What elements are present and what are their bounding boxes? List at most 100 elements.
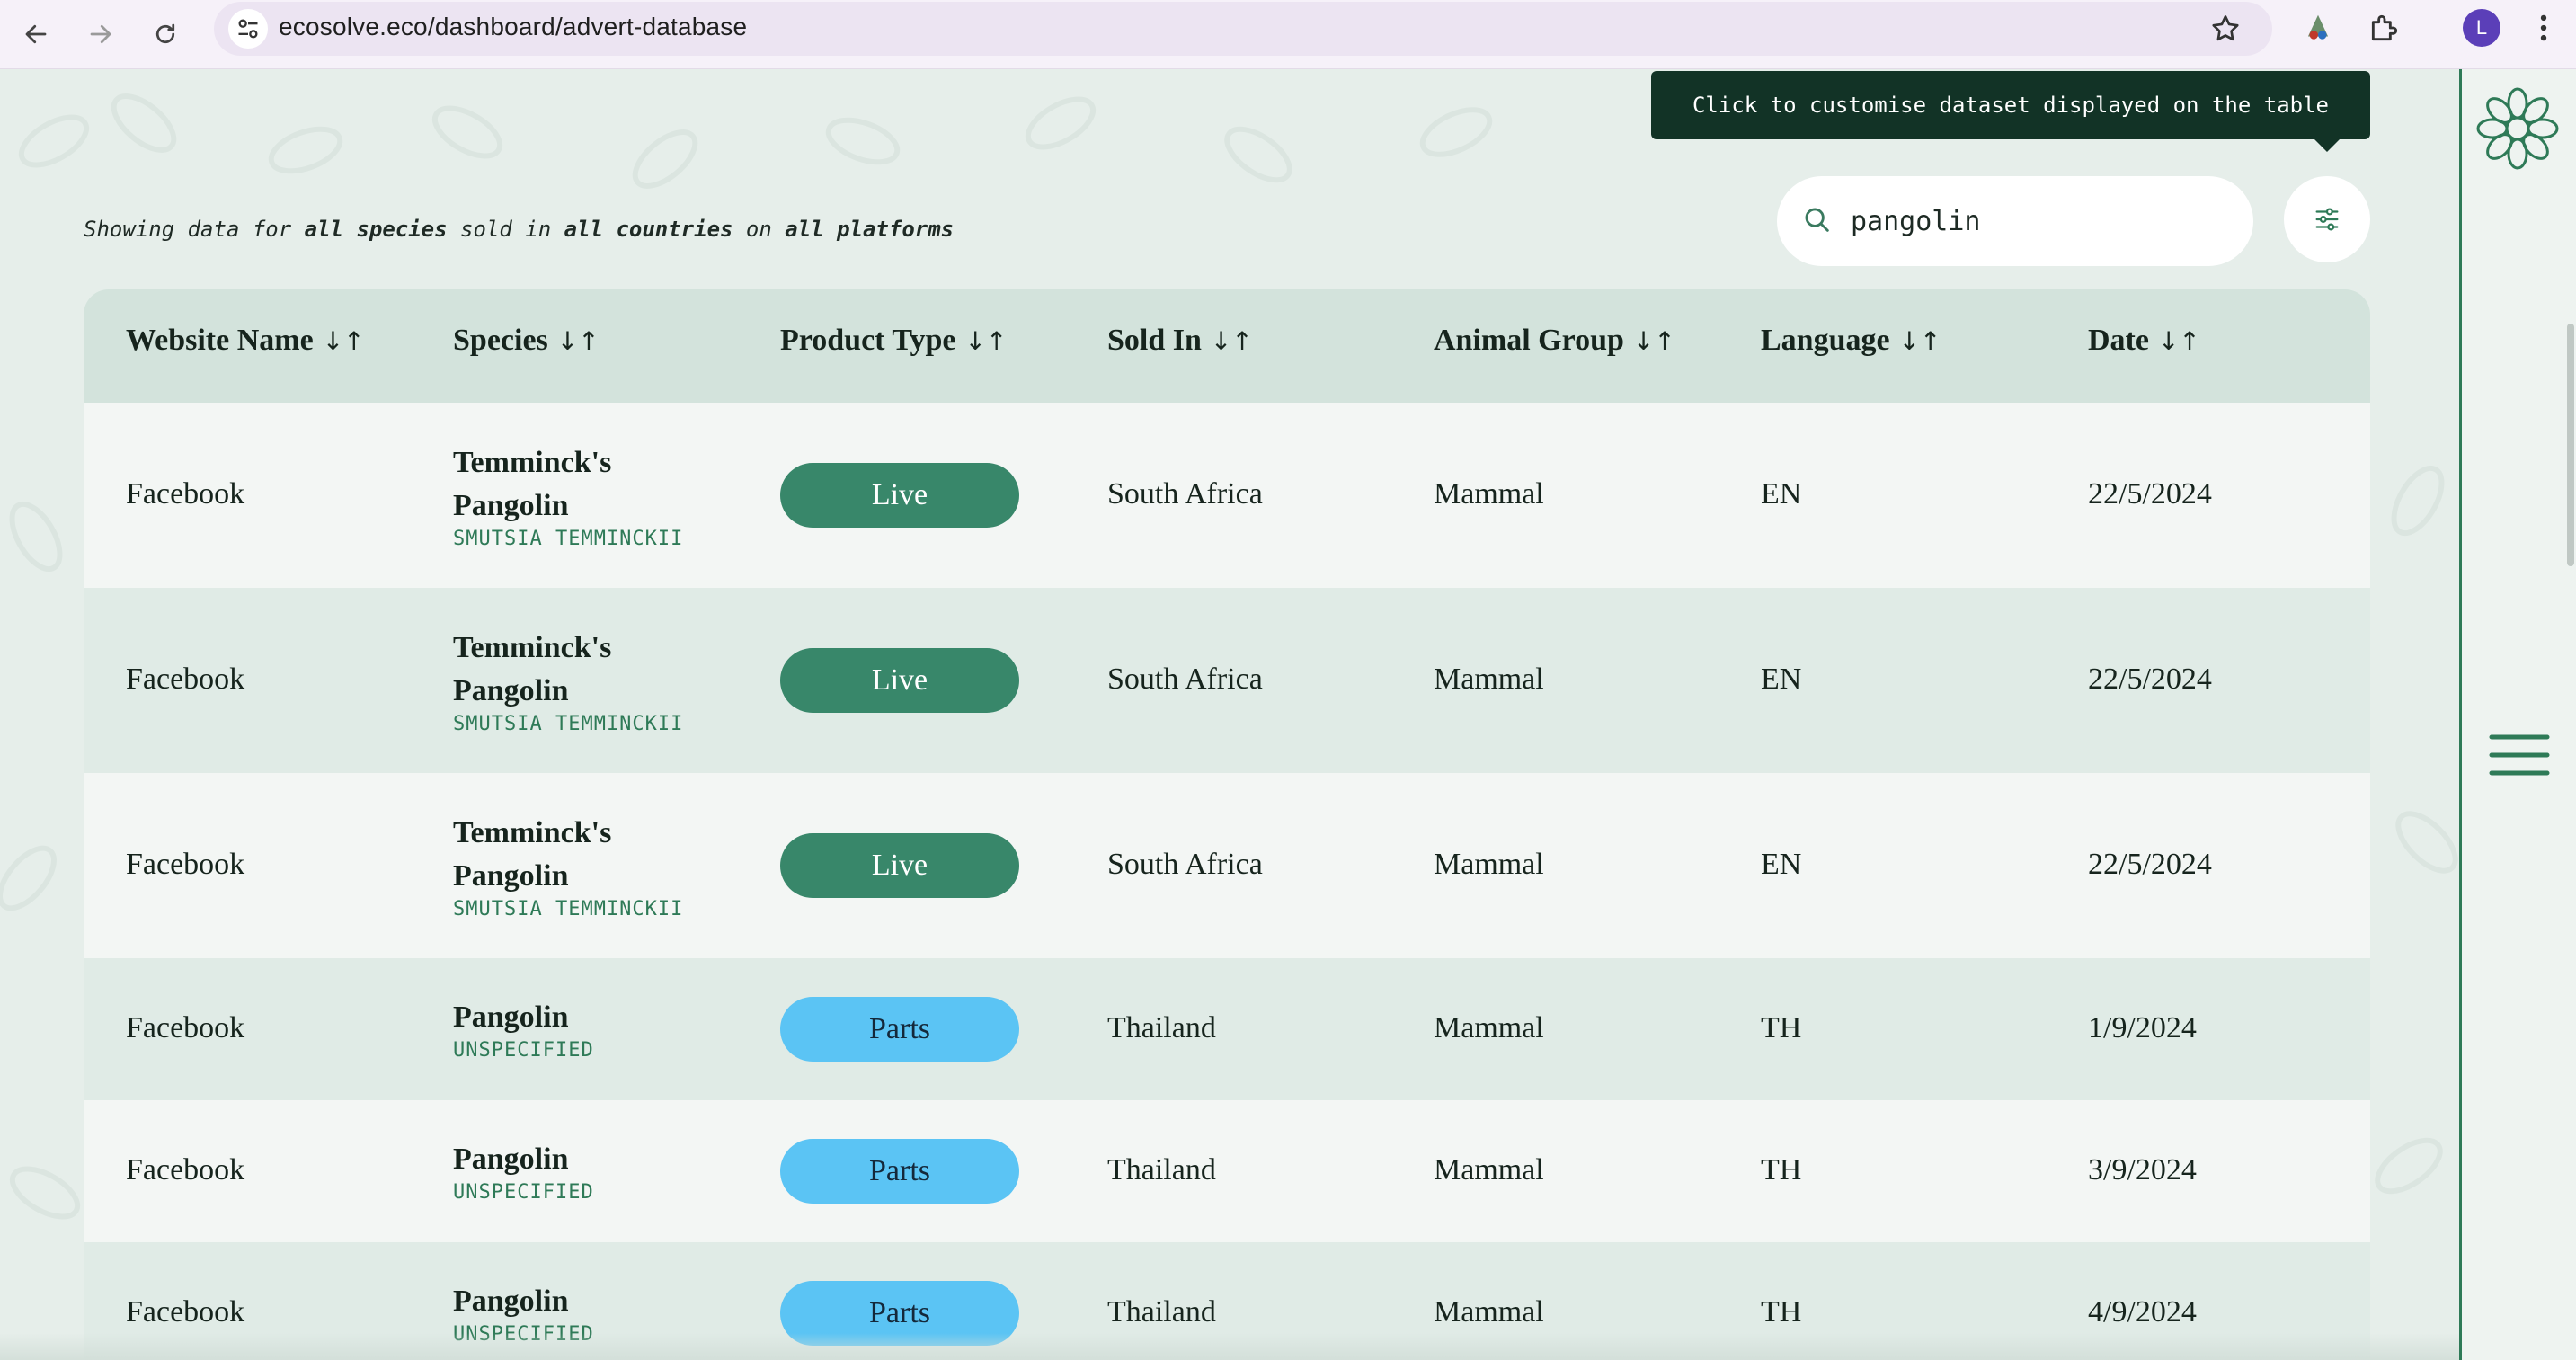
product-type-badge: Live <box>780 463 1019 528</box>
table-row[interactable]: Facebook Temminck's Pangolin SMUTSIA TEMMIN… <box>84 773 2370 958</box>
ecosolve-logo[interactable] <box>2474 85 2561 176</box>
website-name-cell: Facebook <box>126 1011 245 1044</box>
summary-species: all species <box>304 217 448 242</box>
sold-in-cell: South Africa <box>1107 477 1263 511</box>
column-header-label: Species <box>453 324 548 357</box>
sold-in-cell: South Africa <box>1107 848 1263 881</box>
profile-avatar[interactable]: L <box>2463 9 2500 47</box>
right-sidebar <box>2459 69 2576 1360</box>
sort-arrows-icon[interactable]: ↓↑ <box>2158 326 2200 356</box>
species-scientific-name: UNSPECIFIED <box>453 1181 594 1204</box>
column-header-label: Language <box>1761 324 1890 357</box>
back-button[interactable] <box>9 7 63 61</box>
page-scrollbar[interactable] <box>2567 324 2574 566</box>
product-type-badge: Parts <box>780 997 1019 1062</box>
species-common-name: Pangolin <box>453 1142 569 1176</box>
column-header-label: Website Name <box>126 324 314 357</box>
column-header-product[interactable]: Product Type ↓↑ <box>780 324 1007 358</box>
species-scientific-name: SMUTSIA TEMMINCKII <box>453 528 684 550</box>
bookmark-star-button[interactable] <box>2209 13 2242 49</box>
species-common-name-line2: Pangolin <box>453 489 569 522</box>
website-name-cell: Facebook <box>126 1295 245 1329</box>
customise-dataset-button[interactable] <box>2284 176 2370 262</box>
search-input[interactable] <box>1849 198 2230 244</box>
table-row[interactable]: Facebook Pangolin UNSPECIFIED Parts Thailand… <box>84 1100 2370 1242</box>
column-header-label: Product Type <box>780 324 956 357</box>
date-cell: 4/9/2024 <box>2088 1295 2197 1329</box>
sort-arrows-icon[interactable]: ↓↑ <box>1211 326 1253 356</box>
column-header-species[interactable]: Species ↓↑ <box>453 324 600 358</box>
sold-in-cell: Thailand <box>1107 1153 1216 1187</box>
sort-arrows-icon[interactable]: ↓↑ <box>557 326 600 356</box>
column-header-date[interactable]: Date ↓↑ <box>2088 324 2200 358</box>
website-name-cell: Facebook <box>126 1153 245 1187</box>
column-header-sold-in[interactable]: Sold In ↓↑ <box>1107 324 1253 358</box>
table-row[interactable]: Facebook Temminck's Pangolin SMUTSIA TEMMIN… <box>84 588 2370 773</box>
summary-prefix: Showing data for <box>84 217 305 242</box>
species-cell: Pangolin UNSPECIFIED <box>453 996 594 1062</box>
site-settings-button[interactable] <box>228 9 268 49</box>
column-header-website[interactable]: Website Name ↓↑ <box>126 324 365 358</box>
logo-icon <box>2476 87 2559 170</box>
animal-group-cell: Mammal <box>1434 662 1544 696</box>
sold-in-cell: Thailand <box>1107 1011 1216 1044</box>
animal-group-cell: Mammal <box>1434 1295 1544 1329</box>
column-header-language[interactable]: Language ↓↑ <box>1761 324 1941 358</box>
website-name-cell: Facebook <box>126 662 245 696</box>
table-body: Facebook Temminck's Pangolin SMUTSIA TEMMIN… <box>84 403 2370 1360</box>
dashboard-page: Click to customise dataset displayed on … <box>0 69 2459 1360</box>
sort-arrows-icon[interactable]: ↓↑ <box>323 326 365 356</box>
table-header: Website Name ↓↑ Species ↓↑ Product Type ↓↑ Sol… <box>84 289 2370 403</box>
reload-button[interactable] <box>138 7 192 61</box>
extension-button[interactable] <box>2301 11 2335 49</box>
species-common-name: Temminck's <box>453 631 612 664</box>
species-scientific-name: SMUTSIA TEMMINCKII <box>453 713 684 735</box>
hamburger-menu-button[interactable] <box>2489 733 2550 782</box>
date-cell: 22/5/2024 <box>2088 477 2212 511</box>
address-bar[interactable]: ecosolve.eco/dashboard/advert-database <box>214 2 2272 56</box>
animal-group-cell: Mammal <box>1434 1153 1544 1187</box>
product-type-badge: Live <box>780 833 1019 898</box>
column-header-label: Date <box>2088 324 2149 357</box>
browser-menu-button[interactable] <box>2530 11 2557 49</box>
species-common-name: Temminck's <box>453 446 612 479</box>
dataset-summary: Showing data for all species sold in all… <box>84 217 954 242</box>
advert-table: Website Name ↓↑ Species ↓↑ Product Type ↓↑ Sol… <box>84 289 2370 1360</box>
summary-platforms: all platforms <box>785 217 955 242</box>
language-cell: TH <box>1761 1153 1802 1187</box>
filter-sliders-icon <box>2315 208 2339 231</box>
sort-arrows-icon[interactable]: ↓↑ <box>1899 326 1941 356</box>
browser-toolbar: ecosolve.eco/dashboard/advert-database L <box>0 0 2576 69</box>
sort-arrows-icon[interactable]: ↓↑ <box>965 326 1008 356</box>
animal-group-cell: Mammal <box>1434 477 1544 511</box>
website-name-cell: Facebook <box>126 477 245 511</box>
product-type-badge: Live <box>780 648 1019 713</box>
column-header-label: Sold In <box>1107 324 1202 357</box>
sort-arrows-icon[interactable]: ↓↑ <box>1633 326 1675 356</box>
sold-in-cell: South Africa <box>1107 662 1263 696</box>
forward-arrow-icon <box>90 24 111 44</box>
language-cell: TH <box>1761 1295 1802 1329</box>
forward-button[interactable] <box>74 7 128 61</box>
summary-mid2: on <box>733 217 786 242</box>
species-scientific-name: SMUTSIA TEMMINCKII <box>453 898 684 920</box>
species-cell: Pangolin UNSPECIFIED <box>453 1138 594 1204</box>
extensions-menu-button[interactable] <box>2367 11 2402 49</box>
kebab-menu-icon <box>2540 14 2547 41</box>
search-icon <box>1805 208 1829 232</box>
species-cell: Temminck's Pangolin SMUTSIA TEMMINCKII <box>453 441 683 550</box>
reload-icon <box>155 23 175 44</box>
date-cell: 3/9/2024 <box>2088 1153 2197 1187</box>
species-cell: Temminck's Pangolin SMUTSIA TEMMINCKII <box>453 812 683 920</box>
language-cell: EN <box>1761 848 1802 881</box>
species-common-name: Pangolin <box>453 1284 569 1318</box>
column-header-animal-group[interactable]: Animal Group ↓↑ <box>1434 324 1675 358</box>
table-row[interactable]: Facebook Pangolin UNSPECIFIED Parts Thailand… <box>84 958 2370 1100</box>
search-box[interactable] <box>1777 176 2253 266</box>
summary-countries: all countries <box>564 217 733 242</box>
species-common-name-line2: Pangolin <box>453 674 569 707</box>
species-common-name: Pangolin <box>453 1000 569 1034</box>
animal-group-cell: Mammal <box>1434 848 1544 881</box>
table-row[interactable]: Facebook Temminck's Pangolin SMUTSIA TEMMIN… <box>84 403 2370 588</box>
language-cell: TH <box>1761 1011 1802 1044</box>
